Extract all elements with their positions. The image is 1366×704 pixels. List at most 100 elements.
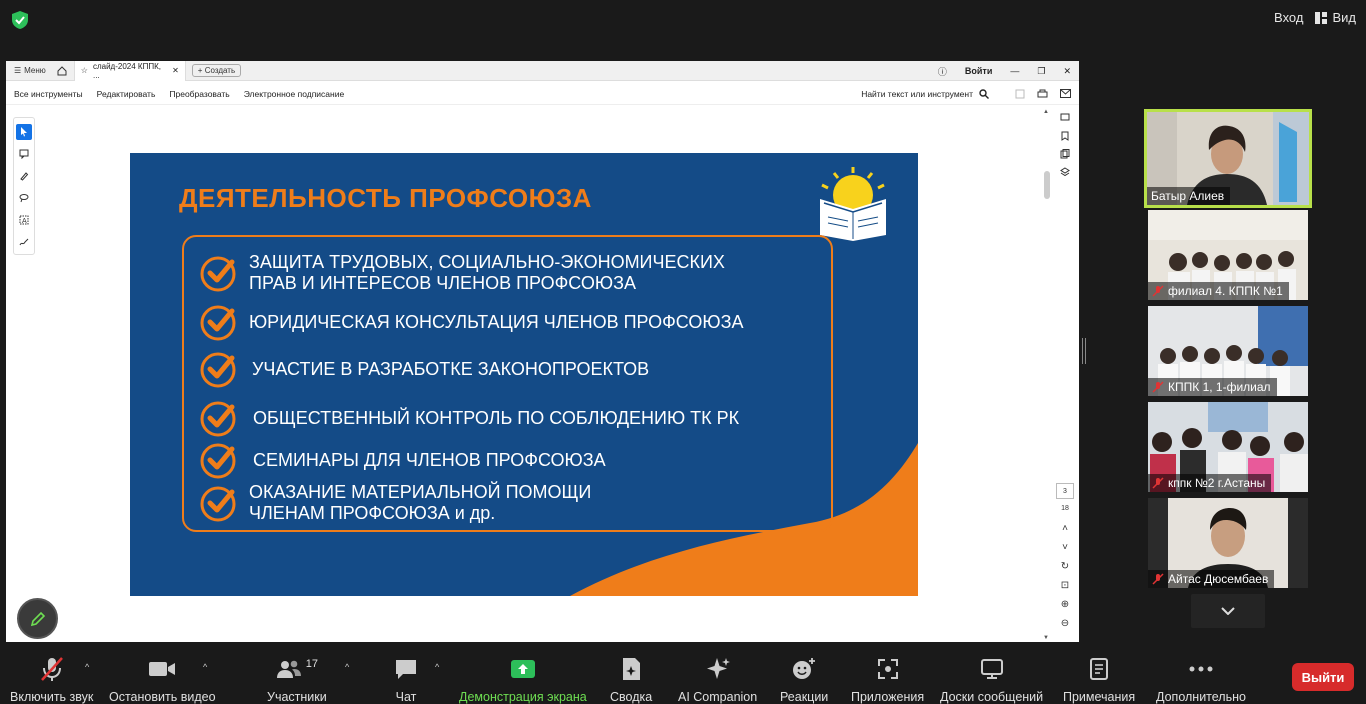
menu-button[interactable]: ☰ Меню [6,66,54,75]
more-button[interactable]: Дополнительно [1156,656,1246,704]
find-tool[interactable]: Найти текст или инструмент [861,89,989,99]
pages-icon[interactable] [1060,149,1070,159]
scroll-down-arrow[interactable]: ▼ [1043,635,1049,641]
participant-tile[interactable]: кппк №2 г.Астаны [1148,402,1308,492]
video-options-caret[interactable]: ^ [203,662,207,672]
participant-tile[interactable]: филиал 4. КППК №1 [1148,210,1308,300]
close-window-icon[interactable]: ✕ [1063,66,1071,77]
sign-icon[interactable] [16,234,32,250]
summary-button[interactable]: Сводка [610,656,652,704]
unmute-button[interactable]: Включить звук [10,656,93,704]
activity-item: ОКАЗАНИЕ МАТЕРИАЛЬНОЙ ПОМОЩИ ЧЛЕНАМ ПРОФС… [199,482,591,524]
union-logo [820,167,886,241]
help-icon[interactable]: ⓘ [938,65,947,78]
audio-options-caret[interactable]: ^ [85,662,89,672]
participant-name: кппк №2 г.Астаны [1168,476,1266,490]
participant-name-label: филиал 4. КППК №1 [1148,282,1289,300]
participants-label: Участники [267,690,327,704]
security-shield-icon[interactable] [10,10,30,30]
page-nav: ˄ ˅ ↻ ⊡ ⊕ ⊖ [1056,523,1074,629]
apps-button[interactable]: Приложения [851,656,924,704]
orange-checkmark-icon [200,443,236,479]
share-screen-icon [510,660,535,678]
shared-screen: ☰ Меню ☆ слайд-2024 КППК, ... ✕ + Создат… [6,60,1079,642]
grid-view-icon [1315,11,1328,24]
participants-options-caret[interactable]: ^ [345,662,349,672]
bookmark-icon[interactable] [1060,131,1070,141]
notes-label: Примечания [1063,690,1136,704]
text-box-icon[interactable]: A [16,212,32,228]
print-icon[interactable] [1037,89,1048,99]
participants-button[interactable]: 17 Участники [267,656,327,704]
share-screen-button[interactable]: Демонстрация экрана [459,656,587,704]
all-tools-tab[interactable]: Все инструменты [14,89,83,99]
unmute-label: Включить звук [10,690,94,704]
pencil-icon [30,611,45,626]
summary-label: Сводка [610,690,653,704]
chevron-up-icon[interactable]: ˄ [1062,523,1068,534]
save-icon[interactable] [1015,89,1025,99]
orange-checkmark-icon [200,401,236,437]
ai-companion-button[interactable]: AI Companion [678,656,757,704]
edit-tab[interactable]: Редактировать [97,89,156,99]
mic-muted-icon [1152,381,1164,393]
select-cursor-icon[interactable] [16,124,32,140]
restore-icon[interactable]: ❐ [1037,66,1045,77]
lasso-icon[interactable] [16,190,32,206]
orange-checkmark-icon [200,352,236,388]
comments-panel-icon[interactable] [1060,113,1070,123]
reactions-button[interactable]: Реакции [780,656,828,704]
esign-tab[interactable]: Электронное подписание [244,89,344,99]
activity-text: ЧЛЕНАМ ПРОФСОЮЗА и др. [249,503,496,523]
chat-button[interactable]: Чат [394,656,418,704]
comment-icon[interactable] [16,146,32,162]
home-icon[interactable] [54,64,70,78]
close-tab-icon[interactable]: ✕ [172,66,179,75]
star-icon[interactable]: ☆ [81,66,88,75]
more-participants-button[interactable] [1191,594,1265,628]
hamburger-icon: ☰ [14,66,22,75]
layers-icon[interactable] [1060,167,1070,177]
activity-text: ПРАВ И ИНТЕРЕСОВ ЧЛЕНОВ ПРОФСОЮЗА [249,273,636,293]
zoom-out-icon[interactable]: ⊖ [1061,618,1069,629]
highlight-pen-icon[interactable] [16,168,32,184]
find-label: Найти текст или инструмент [861,88,973,99]
vertical-scrollbar[interactable]: ▲ ▼ [1043,109,1051,641]
activity-text: ОБЩЕСТВЕННЫЙ КОНТРОЛЬ ПО СОБЛЮДЕНИЮ ТК Р… [253,407,740,428]
share-screen-label: Демонстрация экрана [459,690,587,704]
mic-muted-icon [40,657,63,681]
convert-tab[interactable]: Преобразовать [169,89,229,99]
leave-button[interactable]: Выйти [1292,663,1354,691]
participant-tile-active-speaker[interactable]: Батыр Алиев [1144,109,1312,208]
page-number-input[interactable]: 3 [1056,483,1074,499]
activity-item: СЕМИНАРЫ ДЛЯ ЧЛЕНОВ ПРОФСОЮЗА [199,440,606,480]
refresh-icon[interactable]: ↻ [1061,561,1069,572]
participant-tile[interactable]: Айтас Дюсембаев [1148,498,1308,588]
fit-page-icon[interactable]: ⊡ [1061,580,1069,591]
participant-tile[interactable]: КППК 1, 1-филиал [1148,306,1308,396]
meeting-toolbar: Включить звук ^ Остановить видео ^ 17 Уч… [0,646,1366,704]
activity-item: ЗАЩИТА ТРУДОВЫХ, СОЦИАЛЬНО-ЭКОНОМИЧЕСКИХ… [199,252,725,294]
notes-button[interactable]: Примечания [1063,656,1135,704]
orange-checkmark-icon [200,486,236,522]
participants-icon [276,660,301,678]
create-button[interactable]: + Создать [191,64,242,77]
chevron-down-icon[interactable]: ˅ [1062,542,1068,553]
scroll-up-arrow[interactable]: ▲ [1043,109,1049,115]
zoom-in-icon[interactable]: ⊕ [1061,599,1069,610]
orange-checkmark-icon [200,256,236,292]
signin-button[interactable]: Вход [1274,10,1303,25]
annotate-pen-button[interactable] [17,598,58,639]
minimize-icon[interactable]: — [1010,66,1019,76]
whiteboards-button[interactable]: Доски сообщений [940,656,1043,704]
document-tab[interactable]: ☆ слайд-2024 КППК, ... ✕ [73,60,186,81]
stop-video-button[interactable]: Остановить видео [109,656,216,704]
emoji-reaction-icon [793,658,816,679]
email-icon[interactable] [1060,88,1071,98]
view-button[interactable]: Вид [1315,10,1356,25]
participant-name: КППК 1, 1-филиал [1168,380,1271,394]
panel-resize-handle[interactable] [1082,338,1086,364]
scrollbar-thumb[interactable] [1044,171,1050,199]
viewer-signin-button[interactable]: Войти [965,66,992,76]
chat-options-caret[interactable]: ^ [435,662,439,672]
